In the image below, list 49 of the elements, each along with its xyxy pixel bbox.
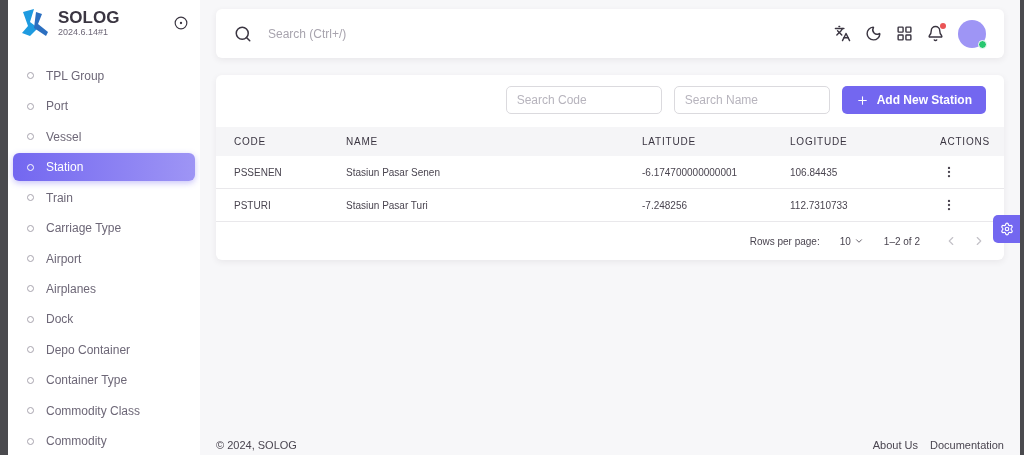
search-icon <box>234 24 252 43</box>
sidebar-item[interactable]: Airport <box>13 244 195 273</box>
table-cell-text: -7.248256 <box>642 199 689 211</box>
rows-per-page-label: Rows per page: <box>749 235 820 247</box>
sidebar-item[interactable]: Dock <box>13 305 195 334</box>
settings-icon <box>999 222 1014 236</box>
search-field[interactable]: Search Code <box>505 86 662 114</box>
sidebar-item[interactable]: Depo Container <box>13 336 195 364</box>
footer-link[interactable]: About Us <box>872 439 918 451</box>
sidebar-item[interactable]: Station <box>13 153 195 181</box>
grid-icon[interactable] <box>896 25 913 42</box>
translate-icon[interactable] <box>834 25 851 42</box>
moon-icon[interactable] <box>865 25 882 42</box>
search-field[interactable]: Search Name <box>673 86 830 114</box>
table-cell-text: -6.174700000000001 <box>642 166 739 178</box>
sidebar-item[interactable]: TPL Group <box>13 62 195 90</box>
add-station-button[interactable]: Add New Station <box>841 86 986 114</box>
column-header: LATITUDE <box>642 136 697 147</box>
table-cell-text: Stasiun Pasar Turi <box>346 199 429 211</box>
column-header: NAME <box>346 136 380 147</box>
table-cell-text: 106.84435 <box>790 166 839 178</box>
table-cell-text: PSSENEN <box>234 166 283 178</box>
logo-icon <box>20 7 50 38</box>
page-range: 1–2 of 2 <box>883 235 920 247</box>
notification-icon[interactable] <box>927 25 944 42</box>
sidebar-item[interactable]: Commodity <box>13 427 195 455</box>
sidebar-item[interactable]: Carriage Type <box>13 214 195 242</box>
brand-name: SOLOG <box>58 8 121 27</box>
sidebar-item[interactable]: Commodity Class <box>13 397 195 425</box>
caret-icon <box>853 236 864 246</box>
column-header: LOGITUDE <box>790 136 849 147</box>
sidebar-item[interactable]: Airplanes <box>13 275 195 303</box>
plus-icon <box>855 93 869 107</box>
version-label: 2024.6.14#1 <box>58 26 110 37</box>
sidebar-item[interactable]: Train <box>13 183 195 212</box>
user-avatar[interactable] <box>958 19 986 48</box>
copyright: © 2024, SOLOG <box>216 439 298 451</box>
column-header: CODE <box>234 136 268 147</box>
table-cell-text: Stasiun Pasar Senen <box>346 166 441 178</box>
sidebar-item[interactable]: Container Type <box>13 366 195 395</box>
rows-per-page-select[interactable]: 10 <box>833 235 870 247</box>
table-cell-text: PSTURI <box>234 199 272 211</box>
settings-button[interactable] <box>993 215 1020 243</box>
table-cell-text: 112.7310733 <box>790 199 849 211</box>
sidebar-item[interactable]: Vessel <box>13 123 195 151</box>
column-header: ACTIONS <box>938 136 990 147</box>
footer-link[interactable]: Documentation <box>930 439 1004 451</box>
sidebar-item[interactable]: Port <box>13 92 195 120</box>
sidebar-toggle-icon[interactable] <box>174 15 188 30</box>
